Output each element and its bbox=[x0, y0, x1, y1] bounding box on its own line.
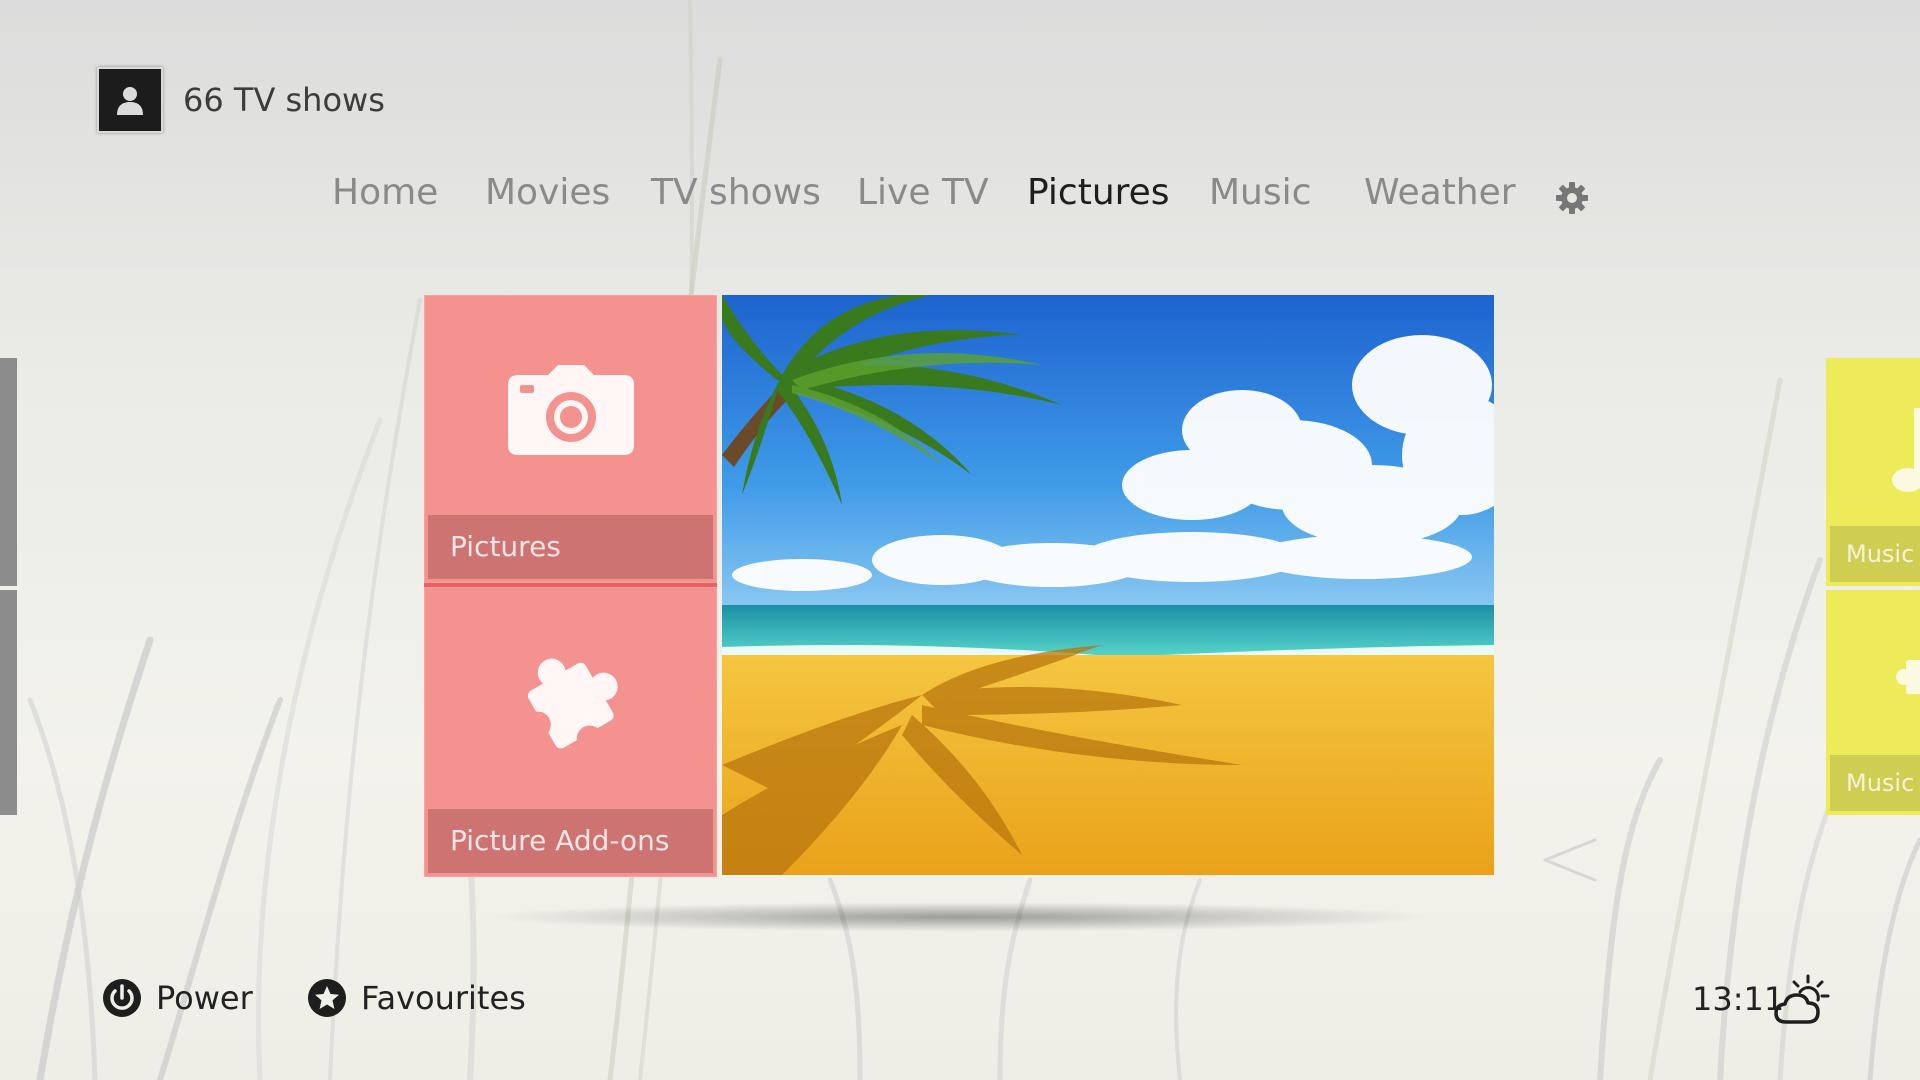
power-label: Power bbox=[156, 979, 253, 1017]
star-icon bbox=[307, 978, 347, 1018]
camera-icon bbox=[507, 365, 634, 455]
tile-divider bbox=[424, 583, 717, 587]
nav-item-movies[interactable]: Movies bbox=[485, 172, 610, 213]
profile-label: 66 TV shows bbox=[183, 81, 385, 119]
main-nav: Home Movies TV shows Live TV Pictures Mu… bbox=[0, 172, 1920, 222]
nav-item-pictures[interactable]: Pictures bbox=[1027, 172, 1170, 213]
clock: 13:11 bbox=[1692, 980, 1785, 1018]
avatar[interactable] bbox=[97, 67, 163, 133]
user-silhouette-icon bbox=[117, 87, 143, 115]
favourites-label: Favourites bbox=[361, 979, 526, 1017]
gear-icon[interactable] bbox=[1555, 181, 1589, 215]
music-tile-label: Music bbox=[1830, 526, 1920, 582]
pictures-tile[interactable]: Pictures bbox=[424, 295, 717, 583]
picture-addons-tile[interactable]: Picture Add-ons bbox=[424, 587, 717, 877]
nav-item-music[interactable]: Music bbox=[1209, 172, 1311, 213]
nav-item-weather[interactable]: Weather bbox=[1364, 172, 1516, 213]
left-edge-tile[interactable] bbox=[0, 590, 17, 815]
nav-item-tv-shows[interactable]: TV shows bbox=[651, 172, 821, 213]
favourites-button[interactable]: Favourites bbox=[307, 978, 526, 1018]
profile[interactable]: 66 TV shows bbox=[97, 67, 385, 133]
nav-item-live-tv[interactable]: Live TV bbox=[857, 172, 989, 213]
music-addons-tile[interactable]: Music Ac bbox=[1826, 590, 1920, 815]
tile-shadow bbox=[480, 902, 1440, 932]
power-button[interactable]: Power bbox=[102, 978, 253, 1018]
puzzle-piece-icon bbox=[524, 658, 618, 752]
power-icon bbox=[102, 978, 142, 1018]
music-addons-tile-label: Music Ac bbox=[1830, 755, 1920, 811]
partly-cloudy-icon[interactable] bbox=[1774, 974, 1830, 1026]
music-note-icon bbox=[1892, 408, 1920, 492]
music-tile[interactable]: Music bbox=[1826, 358, 1920, 586]
picture-addons-tile-label: Picture Add-ons bbox=[428, 809, 713, 873]
left-edge-tile[interactable] bbox=[0, 358, 17, 586]
pictures-tile-label: Pictures bbox=[428, 515, 713, 579]
puzzle-piece-icon bbox=[1896, 660, 1920, 694]
preview-image bbox=[722, 295, 1494, 875]
nav-item-home[interactable]: Home bbox=[332, 172, 438, 213]
